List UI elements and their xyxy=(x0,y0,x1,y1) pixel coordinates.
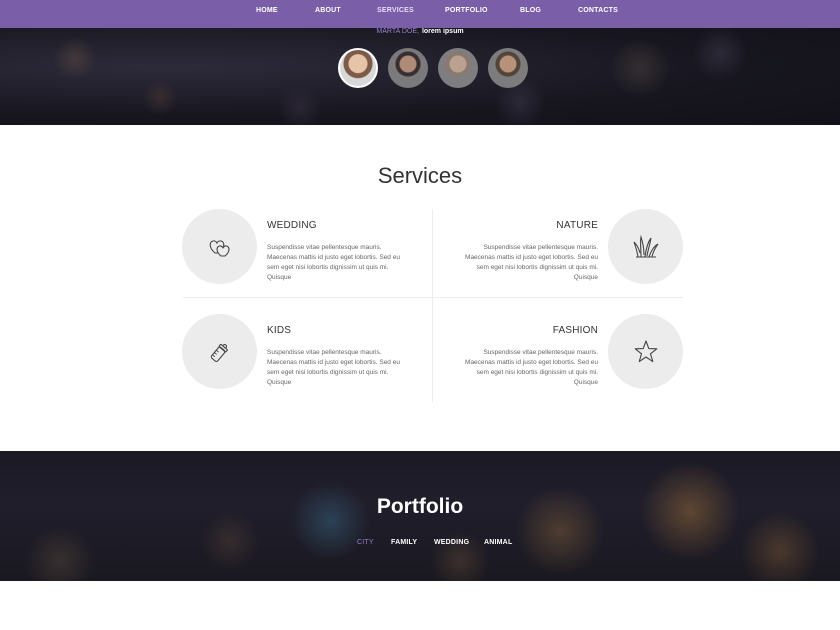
nav-home[interactable]: HOME xyxy=(256,7,278,14)
portfolio-heading: Portfolio xyxy=(376,495,464,518)
baby-bottle-icon xyxy=(210,343,228,362)
avatar-3[interactable] xyxy=(438,48,478,88)
service-description: Suspendisse vitae pellentesque mauris. M… xyxy=(465,244,598,281)
testimonials-hero: MARTA DOE, lorem ipsum xyxy=(0,28,840,125)
nav-portfolio[interactable]: PORTFOLIO xyxy=(445,7,488,14)
wedding-circle xyxy=(182,209,257,284)
avatar-4[interactable] xyxy=(488,48,528,88)
nature-circle xyxy=(608,209,683,284)
service-description: Suspendisse vitae pellentesque mauris. M… xyxy=(267,349,400,386)
services-divider-horizontal xyxy=(183,297,683,298)
portfolio-section: Portfolio CITY FAMILY WEDDING ANIMAL xyxy=(0,451,840,581)
filter-city[interactable]: CITY xyxy=(357,539,374,546)
top-nav: HOME ABOUT SERVICES PORTFOLIO BLOG CONTA… xyxy=(0,0,840,28)
nav-blog[interactable]: BLOG xyxy=(520,7,541,14)
hearts-icon xyxy=(209,239,229,257)
avatar-2[interactable] xyxy=(388,48,428,88)
avatar-selector xyxy=(338,48,538,88)
service-title: KIDS xyxy=(267,325,292,336)
service-title: NATURE xyxy=(556,220,598,231)
filter-animal[interactable]: ANIMAL xyxy=(484,539,512,546)
grass-icon xyxy=(632,234,658,258)
service-title: FASHION xyxy=(552,325,598,336)
kids-circle xyxy=(182,314,257,389)
star-icon xyxy=(634,339,657,362)
service-title: WEDDING xyxy=(267,220,317,231)
filter-family[interactable]: FAMILY xyxy=(391,539,417,546)
nav-services[interactable]: SERVICES xyxy=(377,7,414,14)
nav-contacts[interactable]: CONTACTS xyxy=(578,7,618,14)
nav-about[interactable]: ABOUT xyxy=(315,7,341,14)
testimonial-author: MARTA DOE, xyxy=(376,28,419,35)
testimonial-text: lorem ipsum xyxy=(421,28,464,35)
service-description: Suspendisse vitae pellentesque mauris. M… xyxy=(465,349,598,386)
services-divider-vertical xyxy=(432,209,433,402)
fashion-circle xyxy=(608,314,683,389)
services-heading: Services xyxy=(377,163,463,188)
testimonial-caption: MARTA DOE, lorem ipsum xyxy=(0,28,840,35)
avatar-1[interactable] xyxy=(338,48,378,88)
filter-wedding[interactable]: WEDDING xyxy=(434,539,469,546)
service-description: Suspendisse vitae pellentesque mauris. M… xyxy=(267,244,400,281)
